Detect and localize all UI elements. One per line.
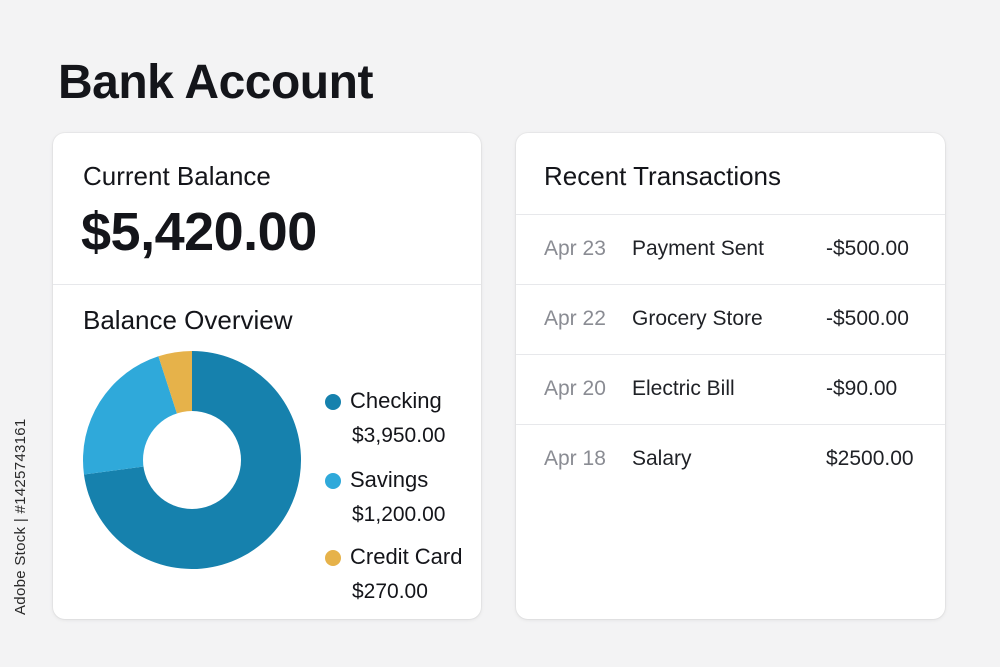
transaction-amount: $2500.00 [826,447,914,470]
balance-overview-title: Balance Overview [83,305,293,335]
legend-value-checking: $3,950.00 [352,424,446,447]
stock-watermark-text: Adobe Stock | #1425743161 [12,418,29,615]
transaction-amount: -$90.00 [826,377,898,400]
transaction-description: Payment Sent [632,237,764,260]
transaction-row[interactable]: Apr 20 Electric Bill -$90.00 [516,354,945,424]
transaction-description: Electric Bill [632,377,735,400]
transaction-description: Grocery Store [632,307,763,330]
balance-card: Current Balance $5,420.00 Balance Overvi… [53,133,481,619]
recent-transactions-title: Recent Transactions [544,161,782,191]
legend-label-credit-card: Credit Card [350,544,463,569]
transaction-row[interactable]: Apr 23 Payment Sent -$500.00 [516,214,945,284]
legend-label-checking: Checking [350,388,442,413]
transactions-card: Recent Transactions Apr 23 Payment Sent … [516,133,945,619]
legend-dot-checking [325,394,341,410]
transaction-date: Apr 23 [544,237,606,260]
donut-hole [143,411,241,509]
legend-dot-credit-card [325,550,341,566]
balance-donut-chart [83,351,301,569]
transaction-date: Apr 18 [544,447,606,470]
page-title: Bank Account [58,56,373,109]
transaction-amount: -$500.00 [826,237,909,260]
current-balance-label: Current Balance [83,161,271,191]
transaction-row[interactable]: Apr 18 Salary $2500.00 [516,424,945,494]
legend-value-credit-card: $270.00 [352,580,428,603]
transaction-row[interactable]: Apr 22 Grocery Store -$500.00 [516,284,945,354]
transaction-description: Salary [632,447,692,470]
transaction-date: Apr 20 [544,377,606,400]
legend-label-savings: Savings [350,467,429,492]
legend-dot-savings [325,473,341,489]
transaction-date: Apr 22 [544,307,606,330]
balance-divider [53,284,481,285]
transaction-amount: -$500.00 [826,307,909,330]
legend-value-savings: $1,200.00 [352,503,446,526]
current-balance-amount: $5,420.00 [81,202,317,262]
